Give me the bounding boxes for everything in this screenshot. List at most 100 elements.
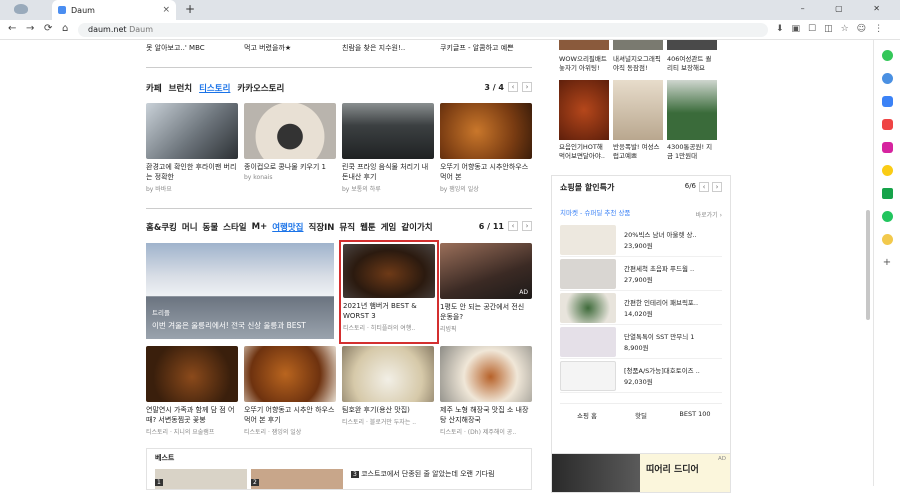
thumbnail [440, 346, 532, 402]
tab-travel-food[interactable]: 여행맛집 [272, 221, 303, 233]
thumbnail [244, 103, 336, 159]
tab-home-cooking[interactable]: 홈&쿠킹 [146, 221, 177, 233]
card-source: by 잼잉의 일상 [440, 186, 479, 193]
story-card[interactable]: 오뚜기 어향동고 시추안하우스 먹어 본 by 잼잉의 일상 [440, 103, 532, 193]
card-source: 티스토리 · 블로거만 두자는 .. [342, 419, 417, 426]
card-caption: 제주 노형 해장국 맛집 소 내장탕 산지해장국 [440, 406, 529, 424]
tab-webtoon[interactable]: 웹툰 [360, 221, 376, 233]
tab-tistory[interactable]: 티스토리 [199, 82, 230, 94]
card-source: 티스토리 · 지니의 요술램프 [146, 429, 215, 436]
sheet-icon[interactable] [881, 188, 893, 199]
story-card[interactable]: 팀호완 후기(용산 맛집) 티스토리 · 블로거만 두자는 .. [342, 346, 434, 426]
tab-brunch[interactable]: 브런치 [169, 82, 192, 94]
card-caption: 오뚜기 어향동고 시추안하우스 먹어 본 [440, 163, 529, 181]
tab-money[interactable]: 머니 [182, 221, 198, 233]
shop-more-link[interactable]: 바로가기 › [696, 210, 722, 219]
tab-cafe[interactable]: 카페 [146, 82, 162, 94]
shop-pager: 6/6 ‹ › [685, 182, 722, 192]
product-item[interactable]: [청품A/S가능]대호토이즈 .. 92,030원 [560, 359, 722, 393]
product-item[interactable]: 간편세척 초음파 푸드웜 .. 27,900원 [560, 257, 722, 291]
section2-tabs: 홈&쿠킹 머니 동물 스타일 M+ 여행맛집 직장IN 뮤직 웹툰 게임 같이가… [146, 221, 532, 233]
ad-card[interactable]: AD 1평도 안 되는 공간에서 전신 운동을? 리빙픽 [440, 243, 532, 333]
card-source: 티스토리 · 잼잉의 일상 [244, 429, 302, 436]
product-item[interactable]: 간편한 인테리어 패브릭포.. 14,020원 [560, 291, 722, 325]
featured-card[interactable]: 트리플 이번 겨울은 울릉리에서! 전국 신상 울릉과 BEST [146, 243, 334, 339]
section1-tabs: 카페 브런치 티스토리 카카오스토리 [146, 82, 532, 94]
instagram-icon[interactable] [881, 142, 893, 153]
chat-icon[interactable] [881, 211, 893, 222]
tab-style[interactable]: 스타일 [223, 221, 246, 233]
prev-button[interactable]: ‹ [508, 221, 518, 231]
product-item[interactable]: 20%빅스 남녀 아울렛 상.. 23,900원 [560, 223, 722, 257]
best-item[interactable]: 3 코스트코에서 단종된 줄 알았는데 오랜 기다림 [351, 469, 495, 479]
story-card[interactable]: 종이컵으로 콩나물 키우기 1 by konais [244, 103, 336, 181]
strip-item[interactable]: 쿠키글프 - 알콤하고 예쁜 [440, 40, 532, 58]
sidebar-app-icon[interactable] [881, 73, 893, 84]
strip-item[interactable]: 못 알아보고..' MBC [146, 40, 244, 58]
next-button[interactable]: › [522, 221, 532, 231]
tab-music[interactable]: 뮤직 [339, 221, 355, 233]
tab-work[interactable]: 직장IN [309, 221, 335, 233]
best-thumb[interactable]: 1 [155, 469, 247, 489]
tab-game[interactable]: 게임 [381, 221, 397, 233]
prev-button[interactable]: ‹ [508, 82, 518, 92]
thumbnail [146, 103, 238, 159]
star-icon[interactable] [881, 165, 893, 176]
browser-tab[interactable]: Daum × [52, 0, 176, 20]
shop-tabs: 쇼핑 홈 핫딜 BEST 100 [560, 403, 722, 420]
featured-caption: 이번 겨울은 울릉리에서! 전국 신상 울릉과 BEST [152, 321, 306, 330]
thumbnail: AD [440, 243, 532, 299]
promo-card[interactable]: 4300통공원! 지금 1만원대 [667, 80, 717, 161]
story-card[interactable]: 오뚜기 어향동고 시추안 하우스 먹어 본 후기 티스토리 · 잼잉의 일상 [244, 346, 336, 436]
ad-text: 띠어리 드디어 AD [640, 454, 730, 492]
ad-banner[interactable]: 띠어리 드디어 AD [551, 453, 731, 493]
window-controls[interactable]: – ▢ ✕ [801, 4, 894, 13]
tab-kakaostory[interactable]: 카카오스토리 [237, 82, 284, 94]
next-button[interactable]: › [522, 82, 532, 92]
product-item[interactable]: 단열톡톡이 SST 만무늬 1 8,900원 [560, 325, 722, 359]
close-tab-icon[interactable]: × [162, 5, 170, 15]
sidebar-app-icon[interactable] [881, 50, 893, 61]
story-card[interactable]: 연말연시 가족과 함께 담 점 어때? 서변동찜곳 꽃봉 티스토리 · 지니의 … [146, 346, 238, 436]
tab-best100[interactable]: BEST 100 [668, 404, 722, 420]
add-icon[interactable]: + [882, 257, 893, 268]
story-card[interactable]: 린쿡 프라잉 음식물 처리기 내돈내산 후기 by 보통의 하루 [342, 103, 434, 193]
promo-card[interactable]: WOW으리필배트 놓자기 아위팅! [559, 40, 609, 73]
strip-item[interactable]: 먹고 버렸을까★ [244, 40, 342, 58]
thumbnail [343, 244, 435, 298]
highlighted-card[interactable]: 2021년 햄버거 BEST & WORST 3 티스토리 · 히티플러의 여행… [339, 240, 439, 344]
card-caption: 오뚜기 어향동고 시추안 하우스 먹어 본 후기 [244, 406, 335, 424]
best-thumb[interactable]: 2 [251, 469, 343, 489]
home-icon[interactable]: ⌂ [62, 23, 68, 34]
tab-hotdeal[interactable]: 핫딜 [614, 404, 668, 420]
card-source: 리빙픽 [440, 326, 457, 333]
url-input[interactable]: daum.net Daum [78, 23, 768, 37]
card-source: by 바바요 [146, 186, 172, 193]
promo-card[interactable]: 내셔널지오그래픽 야직 동잠점! [613, 40, 663, 73]
card-source: 티스토리 · (Dh) 제주해이 공.. [440, 429, 517, 436]
story-card[interactable]: 환경고에 확인한 후라이팬 버리는 정확한 by 바바요 [146, 103, 238, 193]
tab-together[interactable]: 같이가치 [401, 221, 432, 233]
toolbar-icons[interactable]: ⬇▣☐◫☆☺⋮ [776, 24, 891, 34]
card-caption: 연말연시 가족과 함께 담 점 어때? 서변동찜곳 꽃봉 [146, 406, 235, 424]
tab-animal[interactable]: 동물 [203, 221, 219, 233]
twitter-icon[interactable] [14, 4, 28, 14]
strip-item[interactable]: 친람을 찾은 지수원!.. [342, 40, 440, 58]
prev-button[interactable]: ‹ [699, 182, 709, 192]
promo-card[interactable]: 반응폭발! 여성스럽고예쁘 [613, 80, 663, 161]
pocket-icon[interactable] [881, 119, 893, 130]
emoji-icon[interactable] [881, 234, 893, 245]
story-card[interactable]: 제주 노형 해장국 맛집 소 내장탕 산지해장국 티스토리 · (Dh) 제주해… [440, 346, 532, 436]
forward-icon[interactable]: → [26, 23, 34, 34]
calendar-icon[interactable] [881, 96, 893, 107]
tab-shop-home[interactable]: 쇼핑 홈 [560, 404, 614, 420]
new-tab-button[interactable]: + [185, 2, 195, 16]
shopping-panel: 쇼핑몰 할인특가 6/6 ‹ › 치마켓 - 슈퍼딜 추천 상품 바로가기 › 20… [551, 175, 731, 475]
tab-mplus[interactable]: M+ [252, 222, 268, 232]
reload-icon[interactable]: ⟳ [44, 23, 52, 34]
back-icon[interactable]: ← [8, 23, 16, 34]
scrollbar[interactable] [866, 210, 870, 320]
promo-card[interactable]: 406여성관트 퀄리티 보장해요 [667, 40, 717, 73]
promo-card[interactable]: 요음인기HOT해 먹어보면달아야.. [559, 80, 609, 161]
next-button[interactable]: › [712, 182, 722, 192]
